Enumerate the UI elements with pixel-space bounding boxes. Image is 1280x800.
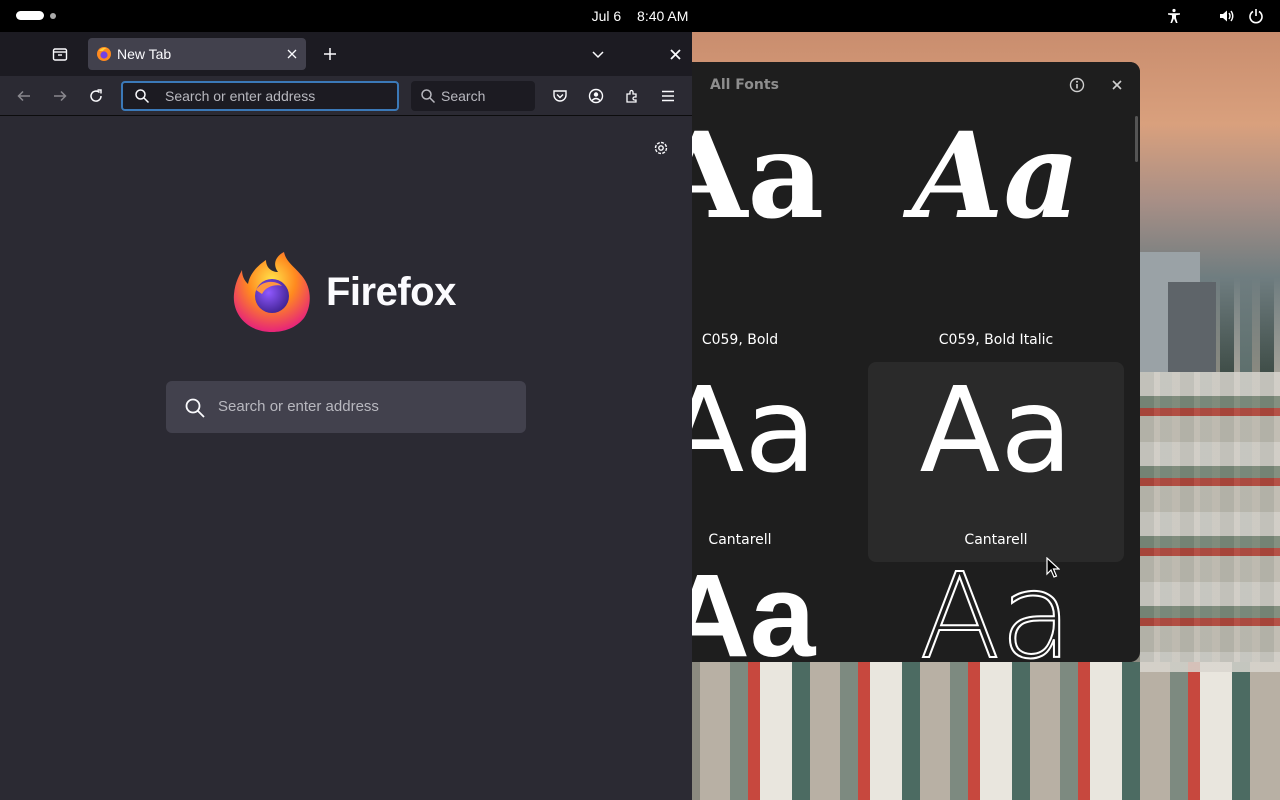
- firefox-favicon-icon: [96, 46, 112, 66]
- font-sample: Aa: [692, 550, 816, 662]
- new-tab-search-placeholder: Search or enter address: [218, 398, 379, 415]
- menu-icon[interactable]: [656, 84, 680, 108]
- font-card[interactable]: Aa C059, Bold Italic: [868, 108, 1124, 349]
- new-tab-search-input[interactable]: Search or enter address: [166, 381, 526, 433]
- navigation-toolbar: Search or enter address Search: [0, 76, 692, 116]
- font-sample: Aa: [911, 108, 1080, 245]
- font-label: Cantarell: [964, 532, 1028, 548]
- font-card-selected[interactable]: Aa Cantarell: [868, 362, 1124, 562]
- new-tab-icon[interactable]: [318, 42, 342, 66]
- power-icon[interactable]: [1248, 8, 1264, 24]
- search-icon: [134, 88, 150, 108]
- firefox-logo-icon: [232, 250, 314, 338]
- firefox-brand: Firefox: [232, 250, 472, 334]
- close-tab-icon[interactable]: [280, 42, 304, 66]
- font-sample: Aa: [919, 361, 1073, 499]
- font-label: C059, Bold: [701, 332, 779, 348]
- font-sample: Aa: [918, 547, 1073, 662]
- reload-icon[interactable]: [84, 84, 108, 108]
- close-window-icon[interactable]: [663, 42, 687, 66]
- account-icon[interactable]: [584, 84, 608, 108]
- font-sample: Aa: [692, 361, 817, 499]
- tab-bar: New Tab: [0, 32, 692, 76]
- firefox-wordmark: Firefox: [326, 270, 456, 314]
- search-bar-placeholder: Search: [441, 88, 486, 104]
- search-bar[interactable]: Search: [411, 81, 535, 111]
- font-card[interactable]: Aa: [692, 548, 868, 662]
- clock[interactable]: Jul 6 8:40 AM: [0, 0, 1280, 32]
- gear-icon[interactable]: [649, 136, 673, 160]
- list-all-tabs-chevron-down-icon[interactable]: [586, 42, 610, 66]
- firefox-window: New Tab Search or enter address Search F…: [0, 32, 692, 800]
- font-label: Cantarell: [708, 532, 772, 548]
- pocket-icon[interactable]: [548, 84, 572, 108]
- forward-arrow-icon[interactable]: [48, 84, 72, 108]
- url-bar-placeholder: Search or enter address: [165, 88, 316, 104]
- extensions-icon[interactable]: [620, 84, 644, 108]
- back-arrow-icon[interactable]: [12, 84, 36, 108]
- volume-icon[interactable]: [1219, 8, 1235, 24]
- close-icon[interactable]: [1105, 73, 1129, 97]
- tab-new-tab[interactable]: New Tab: [88, 38, 306, 70]
- fonts-header-bar: All Fonts: [692, 62, 1140, 108]
- font-grid: Aa C059, Bold Aa C059, Bold Italic Aa Ca…: [692, 108, 1140, 662]
- clock-time: 8:40 AM: [637, 8, 689, 24]
- new-tab-page: Firefox Search or enter address: [0, 116, 692, 800]
- clock-date: Jul 6: [591, 8, 622, 24]
- accessibility-icon[interactable]: [1166, 8, 1182, 24]
- url-bar[interactable]: Search or enter address: [121, 81, 399, 111]
- tab-title: New Tab: [117, 46, 172, 62]
- scrollbar[interactable]: [1135, 116, 1138, 162]
- fonts-window: All Fonts Aa C059, Bold Aa C059, Bold It…: [692, 62, 1140, 662]
- info-icon[interactable]: [1065, 73, 1089, 97]
- system-top-bar: Jul 6 8:40 AM: [0, 0, 1280, 32]
- font-sample: Aa: [692, 108, 824, 245]
- font-card[interactable]: Aa C059, Bold: [692, 108, 868, 349]
- font-card[interactable]: Aa: [868, 548, 1124, 662]
- search-icon: [184, 397, 206, 423]
- search-icon: [420, 88, 436, 108]
- mouse-cursor-icon: [1046, 556, 1061, 583]
- font-label: C059, Bold Italic: [938, 332, 1054, 348]
- font-card[interactable]: Aa Cantarell: [692, 362, 868, 562]
- firefox-view-icon[interactable]: [48, 42, 72, 66]
- fonts-window-title: All Fonts: [710, 77, 779, 93]
